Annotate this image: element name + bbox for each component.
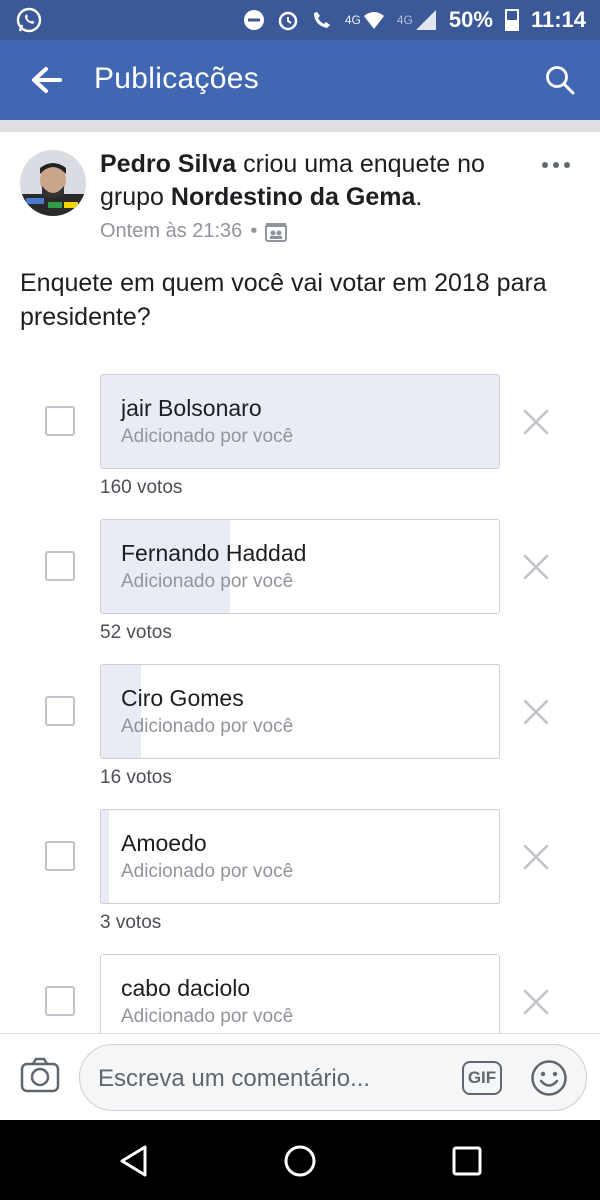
avatar[interactable] <box>20 150 86 216</box>
feed-divider <box>0 120 600 132</box>
post-punct: . <box>415 183 423 211</box>
close-icon[interactable] <box>522 988 550 1016</box>
close-icon[interactable] <box>522 843 550 871</box>
poll-vote-count[interactable]: 16 votos <box>100 767 172 789</box>
poll-option-name: Ciro Gomes <box>121 685 244 711</box>
nav-back-icon[interactable] <box>117 1144 151 1178</box>
poll-checkbox[interactable] <box>45 551 75 581</box>
poll-option-added-by: Adicionado por você <box>121 426 294 447</box>
poll-option-name: Fernando Haddad <box>121 540 307 566</box>
comment-input[interactable]: Escreva um comentário... GIF <box>79 1044 587 1111</box>
network-type-label: 4G <box>344 13 361 27</box>
system-nav-bar <box>0 1120 600 1200</box>
post-meta: Ontem às 21:36 • <box>100 220 288 243</box>
poll-vote-count[interactable]: 3 votos <box>100 912 161 934</box>
poll-option-box[interactable]: Ciro Gomes Adicionado por você <box>100 664 500 759</box>
gif-button[interactable]: GIF <box>462 1061 502 1095</box>
poll-checkbox[interactable] <box>45 696 75 726</box>
do-not-disturb-icon <box>243 10 264 30</box>
comment-placeholder: Escreva um comentário... <box>98 1065 371 1092</box>
poll-option-added-by: Adicionado por você <box>121 716 294 737</box>
emoji-icon[interactable] <box>530 1059 568 1097</box>
poll-vote-count[interactable]: 160 votos <box>100 477 182 499</box>
poll-checkbox[interactable] <box>45 986 75 1016</box>
network-type-label-2: 4G <box>396 13 413 27</box>
poll-vote-count[interactable]: 52 votos <box>100 622 172 644</box>
poll-option: Fernando Haddad Adicionado por você 52 v… <box>0 519 600 664</box>
poll-option: Ciro Gomes Adicionado por você 16 votos <box>0 664 600 809</box>
back-arrow-icon[interactable] <box>28 64 64 96</box>
poll-option-box[interactable]: Amoedo Adicionado por você <box>100 809 500 904</box>
poll-checkbox[interactable] <box>45 841 75 871</box>
meta-separator: • <box>250 220 258 242</box>
poll-option: Amoedo Adicionado por você 3 votos <box>0 809 600 954</box>
poll-option: jair Bolsonaro Adicionado por você 160 v… <box>0 374 600 519</box>
poll-option-name: cabo daciolo <box>121 975 251 1001</box>
close-icon[interactable] <box>522 553 550 581</box>
app-bar: Publicações <box>0 40 600 120</box>
poll-option-box[interactable]: jair Bolsonaro Adicionado por você <box>100 374 500 469</box>
signal-icon <box>415 10 436 30</box>
poll-option-name: jair Bolsonaro <box>121 395 262 421</box>
comment-bar: Escreva um comentário... GIF <box>0 1033 600 1120</box>
page-title: Publicações <box>94 62 260 95</box>
nav-home-icon[interactable] <box>283 1144 317 1178</box>
alarm-icon <box>278 11 298 31</box>
battery-percent: 50% <box>448 7 493 32</box>
nav-recents-icon[interactable] <box>450 1144 484 1178</box>
close-icon[interactable] <box>522 698 550 726</box>
close-icon[interactable] <box>522 408 550 436</box>
poll-option-name: Amoedo <box>121 830 207 856</box>
author-name[interactable]: Pedro Silva <box>100 150 236 178</box>
poll-option-box[interactable]: Fernando Haddad Adicionado por você <box>100 519 500 614</box>
poll-option-added-by: Adicionado por você <box>121 571 294 592</box>
more-options-icon[interactable] <box>540 155 572 175</box>
post-header-text: Pedro Silva criou uma enquete no grupo N… <box>100 148 520 214</box>
poll-question: Enquete em quem você vai votar em 2018 p… <box>20 269 547 331</box>
group-privacy-icon <box>265 222 288 242</box>
status-bar: 4G 4G 50% 11:14 <box>0 0 600 40</box>
poll-option-added-by: Adicionado por você <box>121 861 294 882</box>
poll-result-bar <box>101 810 109 903</box>
group-name[interactable]: Nordestino da Gema <box>171 183 416 211</box>
whatsapp-icon <box>16 7 42 33</box>
volte-call-icon <box>313 12 330 28</box>
poll-checkbox[interactable] <box>45 406 75 436</box>
poll-option-added-by: Adicionado por você <box>121 1006 294 1027</box>
search-icon[interactable] <box>544 64 576 96</box>
battery-icon <box>504 9 519 31</box>
camera-icon[interactable] <box>20 1056 60 1094</box>
clock: 11:14 <box>530 7 586 32</box>
wifi-icon <box>363 12 384 29</box>
post-timestamp[interactable]: Ontem às 21:36 <box>100 220 242 243</box>
avatar-image <box>20 150 86 216</box>
